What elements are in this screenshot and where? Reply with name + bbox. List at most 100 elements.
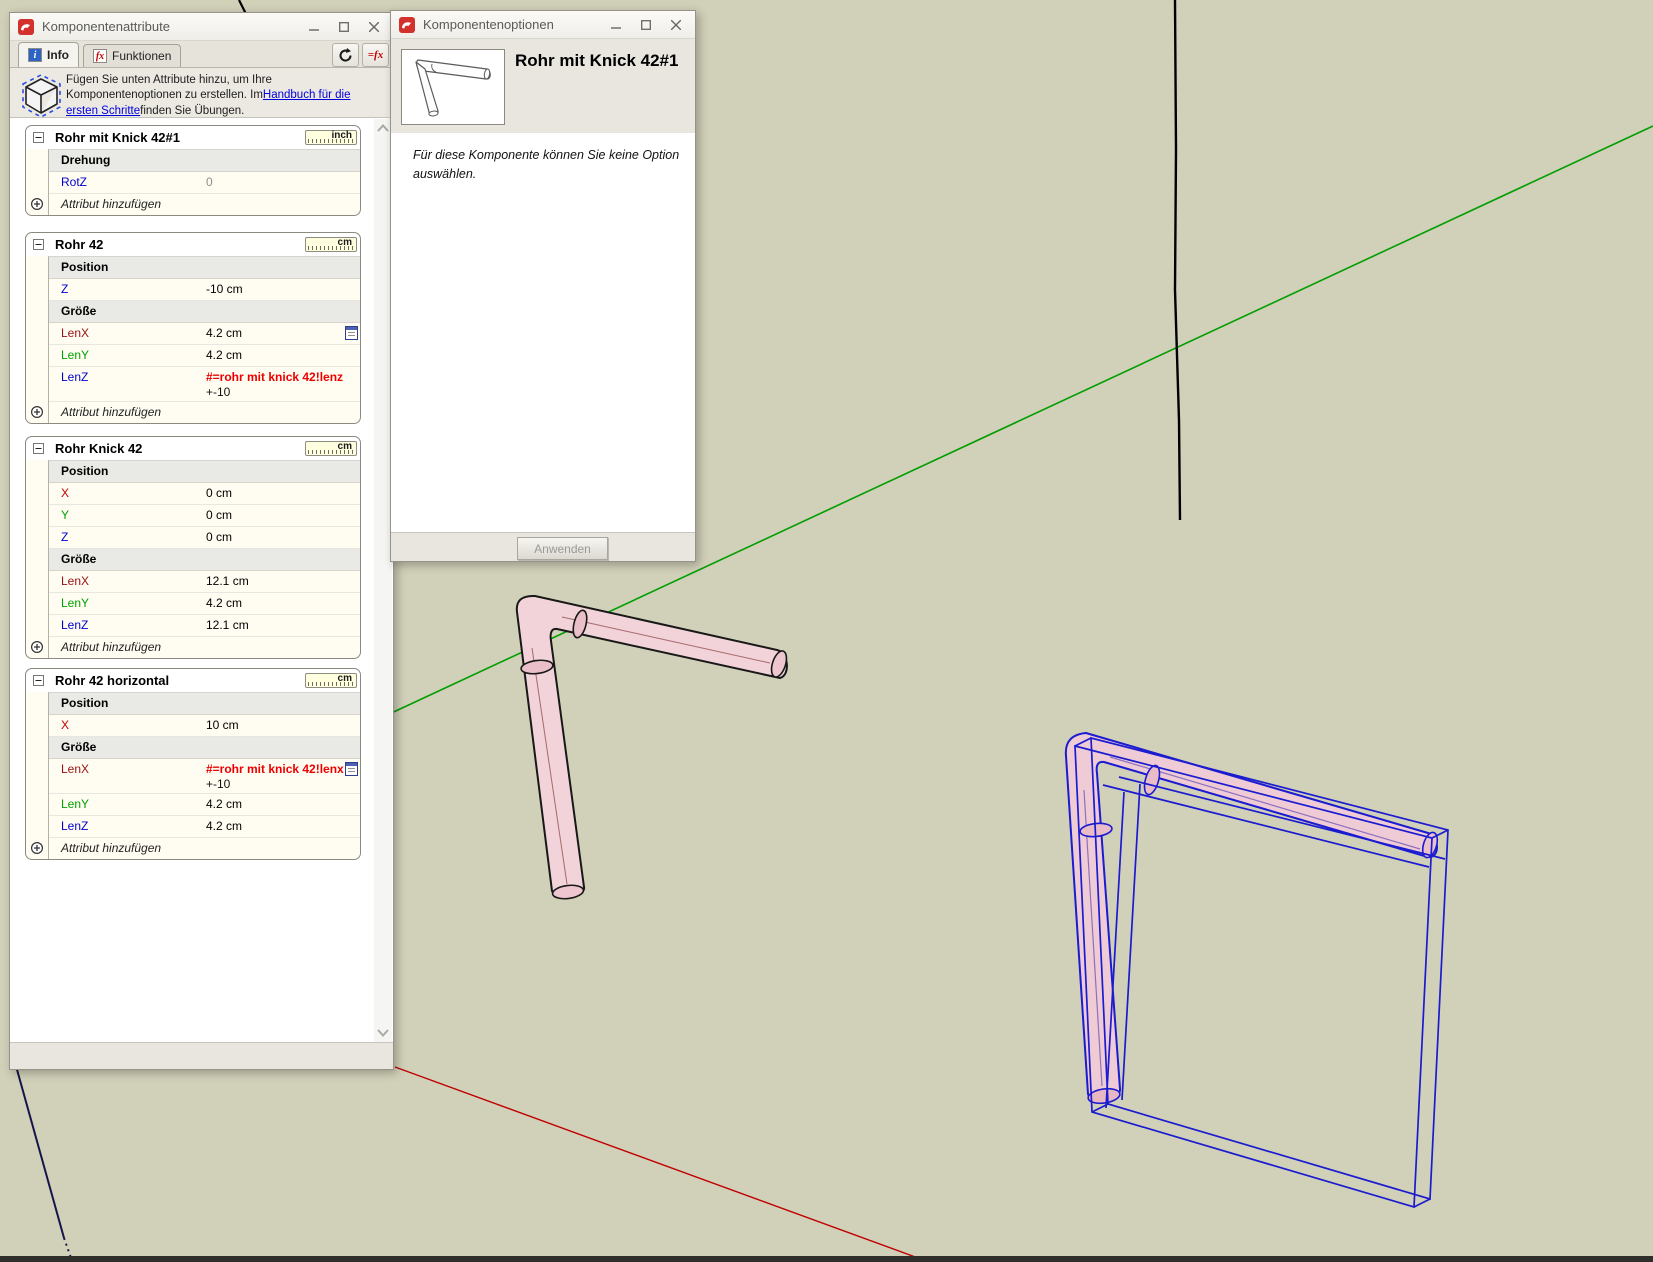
attribute-label: RotZ xyxy=(49,172,199,193)
table-row: Z 0 cm xyxy=(49,527,360,549)
unit-badge[interactable]: cm xyxy=(305,441,357,456)
attribute-value-formula[interactable]: #=rohr mit knick 42!lenz +-10 xyxy=(199,367,360,401)
attribute-label: LenZ xyxy=(49,367,199,401)
component-name-heading: Rohr mit Knick 42#1 xyxy=(515,51,683,70)
unit-badge[interactable]: inch xyxy=(305,130,357,145)
panel-title-row: Rohr mit Knick 42#1 inch xyxy=(26,126,360,149)
formula-text: #=rohr mit knick 42!lenz xyxy=(206,367,360,385)
window-title: Komponentenoptionen xyxy=(423,17,601,32)
table-row: RotZ 0 xyxy=(49,172,360,194)
panel-title-row: Rohr 42 horizontal cm xyxy=(26,669,360,692)
options-footer: Anwenden xyxy=(391,532,695,561)
attribute-label: LenZ xyxy=(49,816,199,837)
section-header: Größe xyxy=(49,737,360,759)
attribute-value[interactable]: 0 cm xyxy=(199,527,360,548)
banner-text-start: Fügen Sie unten Attribute hinzu, um Ihre… xyxy=(66,74,272,101)
options-titlebar[interactable]: Komponentenoptionen xyxy=(391,11,695,39)
table-row: LenX 4.2 cm xyxy=(49,323,360,345)
viewport-bottom-edge xyxy=(0,1256,1653,1262)
add-attribute-row[interactable]: Attribut hinzufügen xyxy=(49,838,360,859)
minimize-button[interactable] xyxy=(601,14,631,36)
detail-list-icon[interactable] xyxy=(345,326,358,340)
attribute-panel-rohr-knick-42: Rohr Knick 42 cm Position X 0 cm Y 0 cm … xyxy=(25,436,361,659)
info-icon: i xyxy=(28,48,42,62)
tab-funktionen[interactable]: fx Funktionen xyxy=(83,44,181,67)
attributes-footer xyxy=(10,1042,393,1069)
options-header: Rohr mit Knick 42#1 xyxy=(391,39,695,134)
attribute-panel-rohr-42-horizontal: Rohr 42 horizontal cm Position X 10 cm G… xyxy=(25,668,361,860)
attribute-label: LenY xyxy=(49,345,199,366)
panel-title: Rohr 42 horizontal xyxy=(55,673,169,688)
add-attribute-row[interactable]: Attribut hinzufügen xyxy=(49,402,360,423)
attribute-value[interactable]: 0 cm xyxy=(199,505,360,526)
close-button[interactable] xyxy=(359,16,389,38)
attributes-tabbar: i Info fx Funktionen =fx xyxy=(10,41,393,68)
detail-list-icon[interactable] xyxy=(345,762,358,776)
attribute-label: LenX xyxy=(49,323,199,344)
attribute-value[interactable]: 10 cm xyxy=(199,715,360,736)
scroll-down-button[interactable] xyxy=(374,1024,392,1042)
chevron-up-icon xyxy=(377,124,389,132)
apply-button[interactable]: Anwenden xyxy=(517,537,608,560)
attribute-panel-rohr-42: Rohr 42 cm Position Z -10 cm Größe LenX … xyxy=(25,232,361,424)
component-options-window: Komponentenoptionen Rohr mit Knick 42#1 … xyxy=(390,10,696,562)
section-header: Größe xyxy=(49,549,360,571)
attribute-value[interactable]: 4.2 cm xyxy=(199,345,360,366)
attributes-titlebar[interactable]: Komponentenattribute xyxy=(10,13,393,41)
no-options-message: Für diese Komponente können Sie keine Op… xyxy=(413,146,691,185)
formula-text: #=rohr mit knick 42!lenx xyxy=(206,759,360,777)
table-row: LenY 4.2 cm xyxy=(49,345,360,367)
add-attribute-label[interactable]: Attribut hinzufügen xyxy=(49,402,199,423)
attribute-value[interactable]: 4.2 cm xyxy=(199,816,360,837)
attribute-value[interactable]: 4.2 cm xyxy=(199,323,360,344)
refresh-button[interactable] xyxy=(332,43,359,67)
attributes-banner: Fügen Sie unten Attribute hinzu, um Ihre… xyxy=(10,68,393,117)
attribute-panel-rohr-mit-knick: Rohr mit Knick 42#1 inch Drehung RotZ 0 … xyxy=(25,125,361,216)
attribute-value[interactable]: 0 cm xyxy=(199,483,360,504)
panel-title: Rohr mit Knick 42#1 xyxy=(55,130,180,145)
add-attribute-label[interactable]: Attribut hinzufügen xyxy=(49,838,199,859)
close-button[interactable] xyxy=(661,14,691,36)
unit-badge[interactable]: cm xyxy=(305,237,357,252)
collapse-icon[interactable] xyxy=(33,239,44,250)
component-preview-drawing xyxy=(402,50,504,124)
equals-fx-button[interactable]: =fx xyxy=(362,43,389,67)
attribute-label: LenX xyxy=(49,759,199,793)
add-attribute-row[interactable]: Attribut hinzufügen xyxy=(49,637,360,658)
attribute-value[interactable]: 12.1 cm xyxy=(199,615,360,636)
maximize-button[interactable] xyxy=(631,14,661,36)
attribute-value-formula[interactable]: #=rohr mit knick 42!lenx +-10 xyxy=(199,759,360,793)
collapse-icon[interactable] xyxy=(33,443,44,454)
attribute-label: X xyxy=(49,715,199,736)
attribute-value[interactable]: 0 xyxy=(199,172,360,193)
attribute-value[interactable]: 4.2 cm xyxy=(199,794,360,815)
maximize-button[interactable] xyxy=(329,16,359,38)
minimize-button[interactable] xyxy=(299,16,329,38)
add-attribute-row[interactable]: Attribut hinzufügen xyxy=(49,194,360,215)
attribute-value[interactable]: -10 cm xyxy=(199,279,360,300)
chevron-down-icon xyxy=(377,1029,389,1037)
add-attribute-icon[interactable] xyxy=(30,197,44,211)
table-row: LenZ #=rohr mit knick 42!lenz +-10 xyxy=(49,367,360,402)
table-row: LenX 12.1 cm xyxy=(49,571,360,593)
table-row: Y 0 cm xyxy=(49,505,360,527)
table-row: X 0 cm xyxy=(49,483,360,505)
add-attribute-label[interactable]: Attribut hinzufügen xyxy=(49,637,199,658)
add-attribute-label[interactable]: Attribut hinzufügen xyxy=(49,194,199,215)
attribute-value[interactable]: 4.2 cm xyxy=(199,593,360,614)
sketchup-logo-icon xyxy=(18,19,34,35)
collapse-icon[interactable] xyxy=(33,675,44,686)
add-attribute-icon[interactable] xyxy=(30,841,44,855)
panel-title: Rohr Knick 42 xyxy=(55,441,142,456)
attribute-value[interactable]: 12.1 cm xyxy=(199,571,360,592)
add-attribute-icon[interactable] xyxy=(30,640,44,654)
table-row: LenX #=rohr mit knick 42!lenx +-10 xyxy=(49,759,360,794)
section-header: Größe xyxy=(49,301,360,323)
unit-badge[interactable]: cm xyxy=(305,673,357,688)
options-body: Für diese Komponente können Sie keine Op… xyxy=(391,133,695,533)
tab-info[interactable]: i Info xyxy=(18,42,79,67)
attributes-content: Rohr mit Knick 42#1 inch Drehung RotZ 0 … xyxy=(10,117,393,1043)
panel-title: Rohr 42 xyxy=(55,237,103,252)
add-attribute-icon[interactable] xyxy=(30,405,44,419)
collapse-icon[interactable] xyxy=(33,132,44,143)
